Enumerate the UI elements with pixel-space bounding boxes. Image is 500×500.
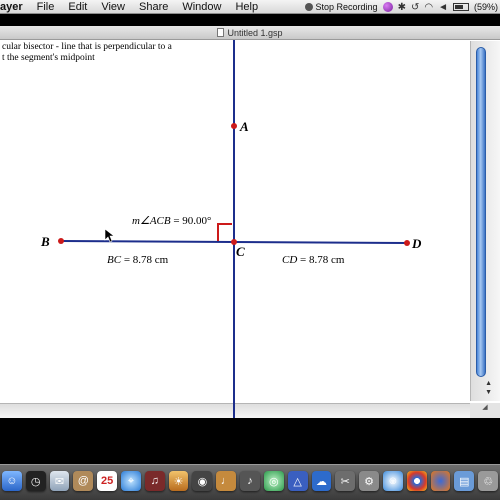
trash-icon[interactable]: ♲ <box>478 471 499 491</box>
label-c[interactable]: C <box>236 244 245 259</box>
itunes-icon[interactable]: ♫ <box>144 471 165 491</box>
sketch-icon[interactable]: △ <box>287 471 308 491</box>
dock: ☺ ◷ ✉ @ 25 ⌖ ♫ ☀ ◉ ♩ ♪ ◎ △ ☁ ✂ ⚙ ☺ ▤ ♲ <box>0 466 500 496</box>
label-d[interactable]: D <box>411 236 422 251</box>
angle-prefix: m <box>132 215 140 227</box>
clock-icon[interactable]: ◷ <box>25 471 46 491</box>
settings-icon[interactable]: ⚙ <box>359 471 379 491</box>
angle-measurement[interactable]: m∠ACB = 90.00° <box>132 215 211 227</box>
guitar-icon[interactable]: ♩ <box>216 471 237 491</box>
camera-icon[interactable]: ◉ <box>192 471 213 491</box>
label-a[interactable]: A <box>239 119 249 134</box>
angle-value: = 90.00° <box>171 215 212 227</box>
cd-value: = 8.78 cm <box>297 254 345 266</box>
point-d[interactable] <box>404 240 410 246</box>
cd-measurement[interactable]: CD = 8.78 cm <box>282 254 345 266</box>
bc-value: = 8.78 cm <box>121 254 169 266</box>
safari-icon[interactable]: ⌖ <box>121 471 141 491</box>
geometry-sketch: A B C D m∠ACB = 90.00° BC = 8.78 cm CD =… <box>40 40 422 418</box>
calendar-icon[interactable]: 25 <box>97 471 118 491</box>
chrome-icon[interactable] <box>406 471 427 491</box>
point-a[interactable] <box>231 123 237 129</box>
mail-icon[interactable]: ✉ <box>49 471 70 491</box>
music-icon[interactable]: ♪ <box>240 471 260 491</box>
bc-measurement[interactable]: BC = 8.78 cm <box>107 254 169 266</box>
bc-name: BC <box>107 254 122 266</box>
ichat-icon[interactable]: ☺ <box>382 471 403 491</box>
mouse-cursor-icon <box>104 228 115 243</box>
web-icon[interactable]: ◎ <box>263 471 284 491</box>
photo-icon[interactable]: ☀ <box>168 471 189 491</box>
right-angle-marker <box>217 223 232 241</box>
folder-icon[interactable]: ▤ <box>454 471 475 491</box>
firefox-icon[interactable] <box>430 471 451 491</box>
calendar-day: 25 <box>101 475 114 487</box>
finder-icon[interactable]: ☺ <box>1 471 22 491</box>
cd-name: CD <box>282 254 297 266</box>
chat-icon[interactable]: ☁ <box>311 471 332 491</box>
label-b[interactable]: B <box>40 234 50 249</box>
address-book-icon[interactable]: @ <box>73 471 94 491</box>
scissors-icon[interactable]: ✂ <box>335 471 356 491</box>
angle-name: ∠ACB <box>140 215 171 227</box>
point-b[interactable] <box>58 238 64 244</box>
